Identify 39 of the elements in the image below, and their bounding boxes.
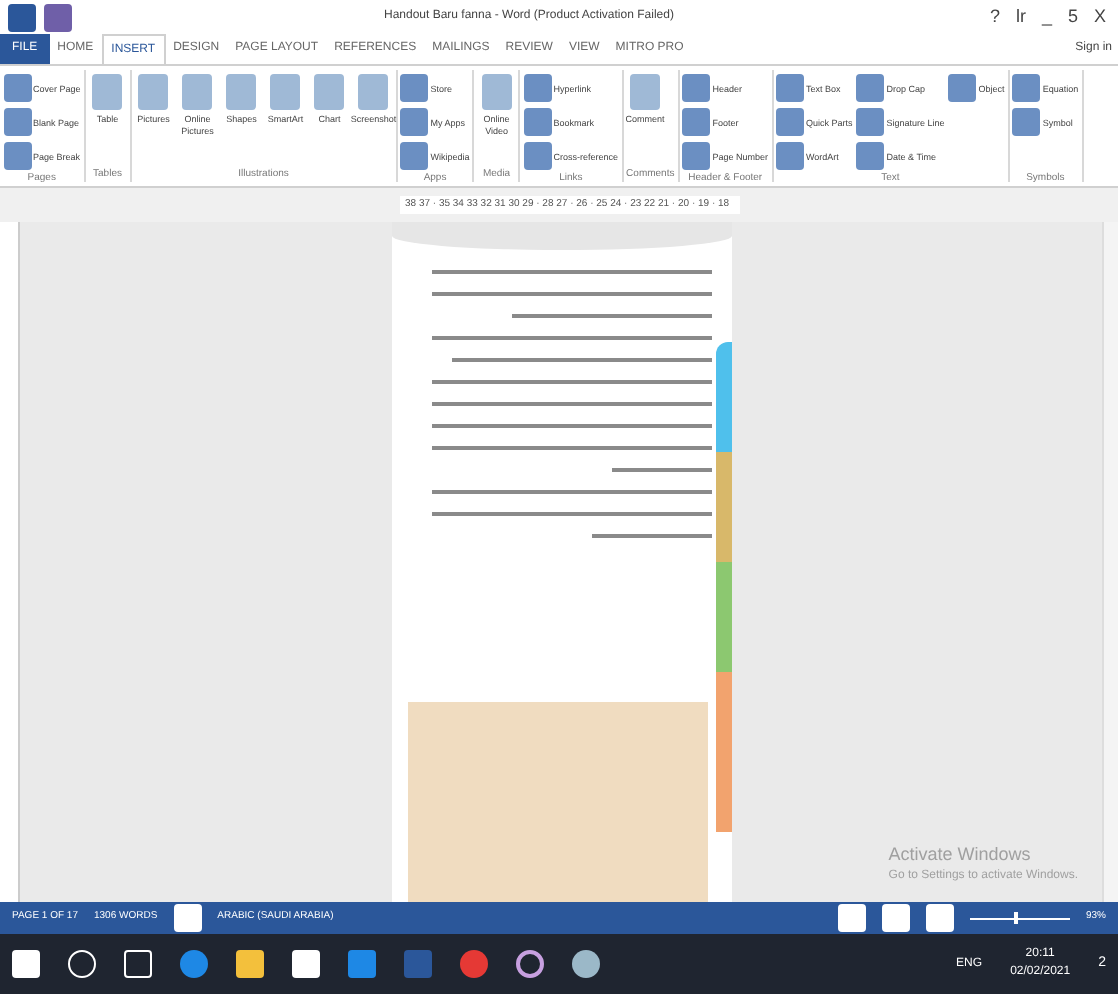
ribbon-icon [682, 142, 711, 170]
ribbon-icon [682, 74, 711, 102]
ribbon-icon [776, 108, 804, 136]
ribbon-icon [523, 74, 552, 102]
ribbon-icon [481, 74, 512, 110]
search-icon [68, 950, 96, 978]
ribbon-icon [400, 74, 429, 102]
ribbon-icon [3, 108, 31, 136]
ribbon-icon [3, 74, 31, 102]
scrollbar[interactable] [1102, 222, 1118, 902]
window-control[interactable]: X [1089, 3, 1110, 31]
ribbon-icon [776, 74, 804, 102]
ribbon-icon [3, 142, 31, 170]
ribbon-icon [682, 108, 711, 136]
ribbon-icon [856, 74, 885, 102]
window-control[interactable]: ? [985, 3, 1004, 31]
ribbon-icon [400, 108, 429, 136]
ribbon-icon [1012, 108, 1041, 136]
ribbon-icon [226, 74, 257, 110]
window-control[interactable]: lr [1011, 3, 1030, 31]
window-control[interactable]: 5 [1063, 3, 1082, 31]
ribbon-icon [948, 74, 977, 102]
ribbon-icon [523, 108, 552, 136]
ribbon-icon [182, 74, 213, 110]
ribbon-icon [776, 142, 804, 170]
ribbon-icon [314, 74, 345, 110]
ribbon-icon [138, 74, 169, 110]
ribbon-icon [400, 142, 429, 170]
activation-title: Activate Windows [888, 841, 1033, 867]
ribbon-icon [1012, 74, 1041, 102]
ribbon-icon [856, 142, 885, 170]
ribbon-icon [630, 74, 661, 110]
ribbon-icon [92, 74, 123, 110]
zoom-slider[interactable] [969, 912, 1070, 924]
ribbon-icon [270, 74, 301, 110]
ribbon-icon [358, 74, 389, 110]
window-control[interactable]: _ [1037, 3, 1056, 31]
ribbon-icon [523, 142, 552, 170]
ribbon-icon [856, 108, 885, 136]
